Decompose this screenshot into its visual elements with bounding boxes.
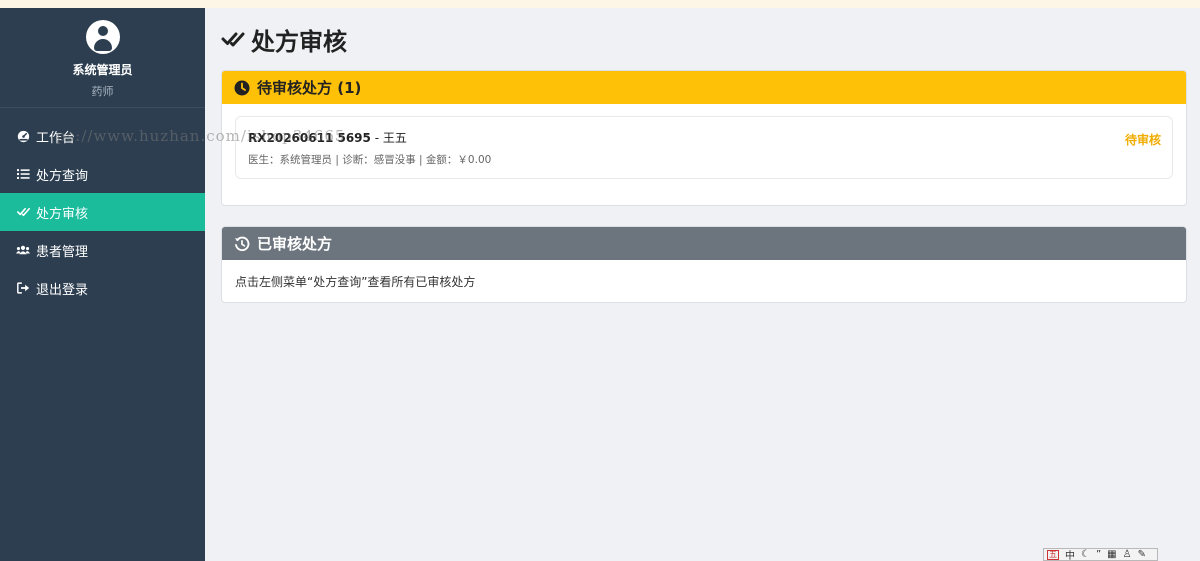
main-content: 处方审核 待审核处方 (1) RX20260611 5695 - 王五 医生：系… (221, 8, 1187, 303)
prescription-meta: 医生：系统管理员 | 诊断：感冒没事 | 金额：￥0.00 (248, 154, 492, 166)
sidebar-item-dashboard[interactable]: 工作台 (0, 117, 205, 155)
sidebar-menu: 工作台 处方查询 处方审核 患者管理 退出登录 (0, 117, 205, 307)
reviewed-card-note: 点击左侧菜单“处方查询”查看所有已审核处方 (235, 274, 476, 289)
user-profile: 系统管理员 药师 (0, 8, 205, 108)
ime-punctuation-icon: ” (1095, 549, 1102, 560)
list-icon (16, 167, 30, 181)
pending-card-title: 待审核处方 (1) (257, 79, 362, 97)
user-role: 药师 (91, 85, 114, 98)
sidebar-item-prescription-query[interactable]: 处方查询 (0, 155, 205, 193)
dashboard-icon (16, 129, 30, 143)
status-badge: 待审核 (1124, 133, 1161, 147)
sidebar-item-patient-management[interactable]: 患者管理 (0, 231, 205, 269)
sidebar-item-label: 退出登录 (36, 282, 89, 298)
double-check-icon (16, 205, 30, 219)
prescription-title: RX20260611 5695 - 王五 (248, 129, 1161, 146)
ime-user-icon: ♙ (1122, 549, 1132, 560)
sidebar: 系统管理员 药师 工作台 处方查询 处方审核 患者管理 退出登录 (0, 8, 205, 561)
ime-toolbar-icon: 五 (1047, 549, 1059, 560)
prescription-list-item[interactable]: RX20260611 5695 - 王五 医生：系统管理员 | 诊断：感冒没事 … (235, 116, 1173, 179)
top-notice-strip (0, 0, 1200, 8)
user-avatar-icon (85, 20, 120, 54)
sidebar-item-prescription-review[interactable]: 处方审核 (0, 193, 205, 231)
sidebar-item-logout[interactable]: 退出登录 (0, 269, 205, 307)
reviewed-card-header: 已审核处方 (222, 227, 1186, 260)
ime-toolbar[interactable]: 五 中 ☾ ” ▦ ♙ ✎ (1043, 548, 1158, 561)
reviewed-card-title: 已审核处方 (257, 235, 333, 253)
page-title-text: 处方审核 (251, 27, 347, 56)
ime-moon-icon: ☾ (1081, 549, 1090, 560)
pending-card-header: 待审核处方 (1) (222, 71, 1186, 104)
pending-prescriptions-card: 待审核处方 (1) RX20260611 5695 - 王五 医生：系统管理员 … (221, 70, 1187, 206)
reviewed-prescriptions-card: 已审核处方 点击左侧菜单“处方查询”查看所有已审核处方 (221, 226, 1187, 303)
ime-keyboard-icon: ▦ (1107, 549, 1117, 560)
clock-icon (234, 80, 250, 96)
sidebar-item-label: 工作台 (36, 130, 76, 146)
prescription-id: RX20260611 5695 (248, 131, 371, 145)
sidebar-item-label: 处方查询 (36, 168, 89, 184)
users-icon (16, 243, 30, 257)
sidebar-item-label: 处方审核 (36, 206, 89, 222)
sidebar-item-label: 患者管理 (36, 244, 89, 260)
ime-mode-label: 中 (1065, 551, 1075, 561)
double-check-icon (221, 27, 245, 51)
pending-card-body: RX20260611 5695 - 王五 医生：系统管理员 | 诊断：感冒没事 … (222, 104, 1186, 205)
history-icon (234, 236, 250, 252)
page-title: 处方审核 (221, 8, 1187, 70)
sign-out-icon (16, 281, 30, 295)
ime-settings-icon: ✎ (1137, 549, 1146, 560)
user-name: 系统管理员 (72, 63, 133, 77)
patient-name: - 王五 (370, 131, 407, 145)
